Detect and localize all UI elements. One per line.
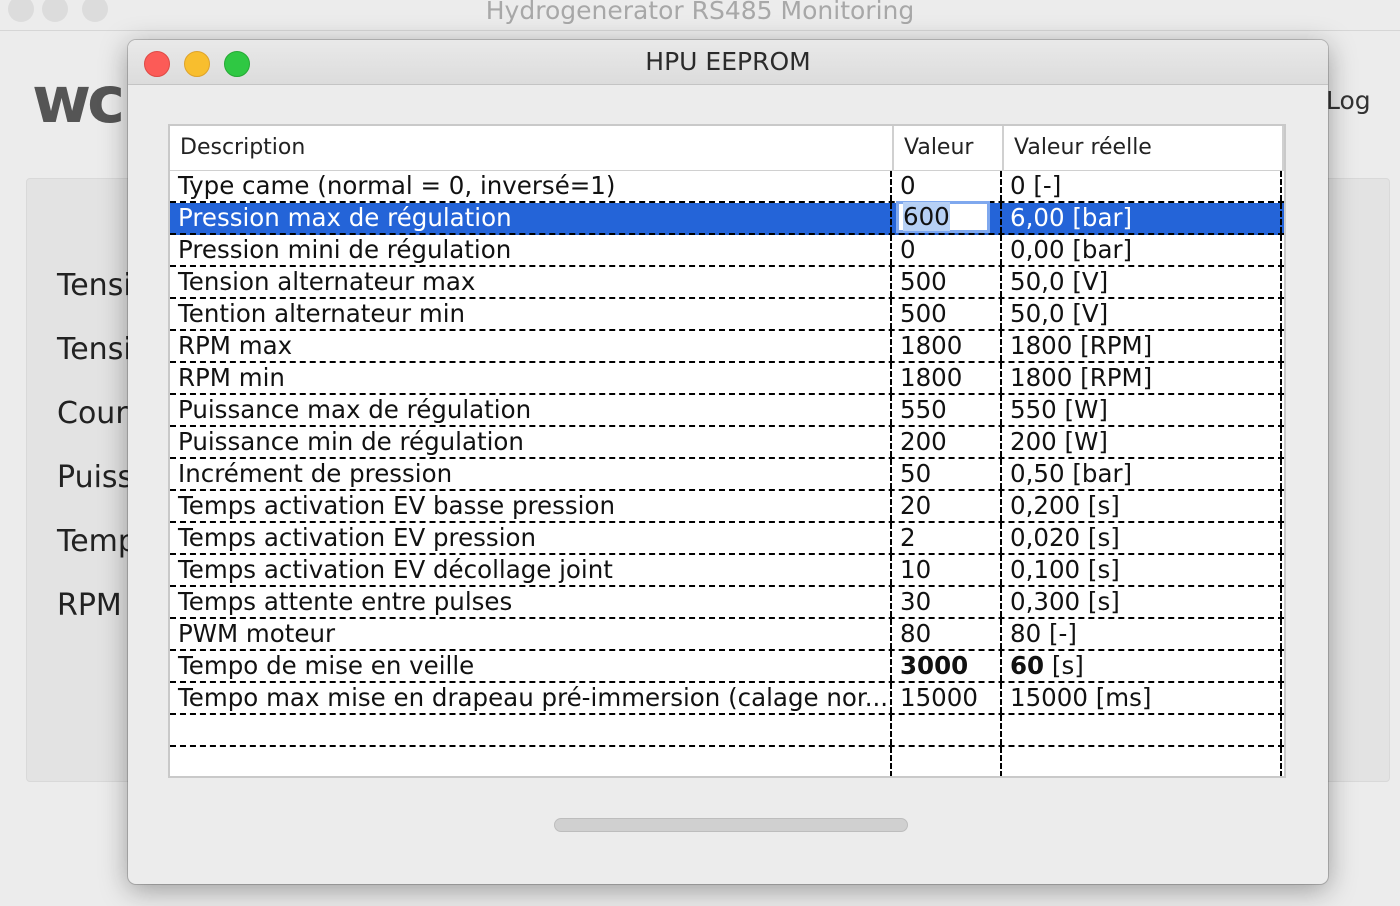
table-row[interactable]: Temps attente entre pulses 30 0,300 [s] <box>170 587 1284 619</box>
hpu-eeprom-dialog: HPU EEPROM Description Valeur Valeur rée… <box>128 40 1328 884</box>
dialog-titlebar: HPU EEPROM <box>128 40 1328 85</box>
description-cell[interactable] <box>170 715 892 745</box>
real-value-cell: 0,300 [s] <box>1002 587 1282 617</box>
value-cell[interactable]: 15000 <box>892 683 1002 713</box>
main-label: Tensi <box>57 332 132 367</box>
description-cell[interactable]: RPM min <box>170 363 892 393</box>
table-row[interactable]: Tempo de mise en veille 3000 60 [s] <box>170 651 1284 683</box>
value-cell[interactable]: 20 <box>892 491 1002 521</box>
description-cell[interactable]: Incrément de pression <box>170 459 892 489</box>
table-row[interactable] <box>170 715 1284 747</box>
value-cell[interactable]: 500 <box>892 299 1002 329</box>
value-edit-input[interactable]: 600 <box>896 201 990 233</box>
description-cell[interactable]: Puissance max de régulation <box>170 395 892 425</box>
real-value-cell: 50,0 [V] <box>1002 299 1282 329</box>
column-header-value[interactable]: Valeur <box>894 126 1004 170</box>
real-value-cell: 0,100 [s] <box>1002 555 1282 585</box>
description-cell[interactable]: Tention alternateur min <box>170 299 892 329</box>
table-row[interactable]: Puissance max de régulation 550 550 [W] <box>170 395 1284 427</box>
real-value-cell: 60 [s] <box>1002 651 1282 681</box>
table-row[interactable]: Temps activation EV décollage joint 10 0,1… <box>170 555 1284 587</box>
description-cell[interactable]: Temps activation EV pression <box>170 523 892 553</box>
description-cell[interactable]: Temps activation EV basse pression <box>170 491 892 521</box>
value-cell[interactable] <box>892 747 1002 776</box>
table-row[interactable]: PWM moteur 80 80 [-] <box>170 619 1284 651</box>
real-value-cell: 0 [-] <box>1002 171 1282 201</box>
real-value-cell: 80 [-] <box>1002 619 1282 649</box>
horizontal-scrollbar[interactable] <box>554 818 908 832</box>
description-cell[interactable]: Temps activation EV décollage joint <box>170 555 892 585</box>
description-cell[interactable] <box>170 747 892 776</box>
table-row[interactable]: Pression mini de régulation 0 0,00 [bar] <box>170 235 1284 267</box>
real-value-cell: 6,00 [bar] <box>1002 203 1282 233</box>
description-cell[interactable]: Temps attente entre pulses <box>170 587 892 617</box>
value-cell[interactable]: 50 <box>892 459 1002 489</box>
real-value-cell: 0,50 [bar] <box>1002 459 1282 489</box>
value-cell[interactable]: 1800 <box>892 363 1002 393</box>
real-value-cell: 15000 [ms] <box>1002 683 1282 713</box>
table-row[interactable]: Type came (normal = 0, inversé=1) 0 0 [-] <box>170 171 1284 203</box>
value-cell[interactable]: 200 <box>892 427 1002 457</box>
table-row[interactable] <box>170 747 1284 776</box>
table-row[interactable]: Pression max de régulation 6,00 [bar] 600 <box>170 201 1284 235</box>
edit-input-text: 600 <box>903 202 950 231</box>
real-value-cell: 550 [W] <box>1002 395 1282 425</box>
main-label: RPM <box>57 588 122 623</box>
description-cell[interactable]: Tempo max mise en drapeau pré-immersion … <box>170 683 892 713</box>
main-label: Temp <box>57 524 137 559</box>
dialog-title: HPU EEPROM <box>645 47 811 76</box>
value-cell[interactable] <box>892 715 1002 745</box>
table-row[interactable]: Incrément de pression 50 0,50 [bar] <box>170 459 1284 491</box>
main-window-titlebar: Hydrogenerator RS485 Monitoring <box>0 0 1400 31</box>
table-body: Type came (normal = 0, inversé=1) 0 0 [-] P… <box>170 171 1284 776</box>
real-value-cell: 0,020 [s] <box>1002 523 1282 553</box>
value-cell[interactable]: 30 <box>892 587 1002 617</box>
real-value-cell: 1800 [RPM] <box>1002 331 1282 361</box>
description-cell[interactable]: Tempo de mise en veille <box>170 651 892 681</box>
value-cell[interactable]: 0 <box>892 171 1002 201</box>
real-value-cell: 200 [W] <box>1002 427 1282 457</box>
app-logo: wc <box>32 64 125 138</box>
description-cell[interactable]: PWM moteur <box>170 619 892 649</box>
value-cell[interactable]: 1800 <box>892 331 1002 361</box>
table-header: Description Valeur Valeur réelle <box>170 126 1284 171</box>
real-value-bold: 60 <box>1010 651 1045 680</box>
description-cell[interactable]: Pression max de régulation <box>170 203 892 233</box>
real-value-unit: [s] <box>1044 651 1084 680</box>
value-cell[interactable]: 500 <box>892 267 1002 297</box>
main-label: Cour <box>57 396 128 431</box>
main-label: Puiss <box>57 460 134 495</box>
main-window-title: Hydrogenerator RS485 Monitoring <box>485 0 915 25</box>
description-cell[interactable]: Pression mini de régulation <box>170 235 892 265</box>
real-value-cell <box>1002 747 1282 776</box>
column-header-real-value[interactable]: Valeur réelle <box>1004 126 1284 170</box>
table-row[interactable]: Tempo max mise en drapeau pré-immersion … <box>170 683 1284 715</box>
value-cell[interactable]: 2 <box>892 523 1002 553</box>
real-value-cell: 0,00 [bar] <box>1002 235 1282 265</box>
column-header-description[interactable]: Description <box>170 126 894 170</box>
value-cell[interactable]: 3000 <box>892 651 1002 681</box>
value-cell[interactable]: 550 <box>892 395 1002 425</box>
log-button[interactable]: Log <box>1326 86 1371 115</box>
table-row[interactable]: Puissance min de régulation 200 200 [W] <box>170 427 1284 459</box>
table-row[interactable]: Temps activation EV pression 2 0,020 [s] <box>170 523 1284 555</box>
real-value-cell: 0,200 [s] <box>1002 491 1282 521</box>
real-value-cell <box>1002 715 1282 745</box>
value-cell[interactable]: 10 <box>892 555 1002 585</box>
real-value-cell: 1800 [RPM] <box>1002 363 1282 393</box>
description-cell[interactable]: RPM max <box>170 331 892 361</box>
real-value-cell: 50,0 [V] <box>1002 267 1282 297</box>
table-row[interactable]: RPM max 1800 1800 [RPM] <box>170 331 1284 363</box>
table-row[interactable]: Tension alternateur max 500 50,0 [V] <box>170 267 1284 299</box>
description-cell[interactable]: Type came (normal = 0, inversé=1) <box>170 171 892 201</box>
description-cell[interactable]: Tension alternateur max <box>170 267 892 297</box>
table-row[interactable]: Temps activation EV basse pression 20 0,20… <box>170 491 1284 523</box>
description-cell[interactable]: Puissance min de régulation <box>170 427 892 457</box>
value-cell[interactable]: 80 <box>892 619 1002 649</box>
eeprom-table: Description Valeur Valeur réelle Type ca… <box>168 124 1286 778</box>
value-cell[interactable]: 0 <box>892 235 1002 265</box>
main-label: Tensi <box>57 268 132 303</box>
table-row[interactable]: Tention alternateur min 500 50,0 [V] <box>170 299 1284 331</box>
table-row[interactable]: RPM min 1800 1800 [RPM] <box>170 363 1284 395</box>
